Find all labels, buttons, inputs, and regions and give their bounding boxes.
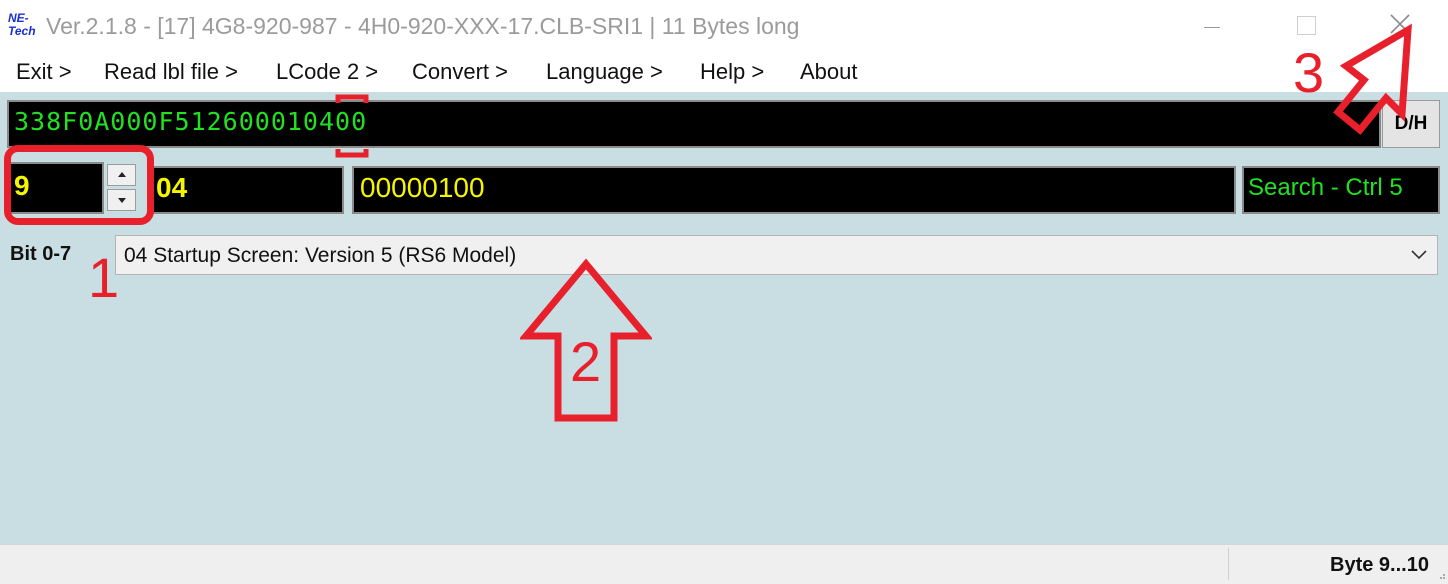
status-bar [0, 544, 1448, 584]
status-byte-range: Byte 9...10 [1330, 554, 1429, 576]
menu-read-lbl-file[interactable]: Read lbl file > [104, 59, 238, 85]
menu-exit[interactable]: Exit > [16, 59, 72, 85]
annotation-box-1 [4, 145, 154, 225]
annotation-bracket [335, 94, 369, 158]
status-divider [1228, 548, 1229, 580]
window-title: Ver.2.1.8 - [17] 4G8-920-987 - 4H0-920-X… [46, 13, 800, 39]
annotation-number-3: 3 [1293, 41, 1325, 104]
annotation-number-2: 2 [570, 330, 602, 393]
chevron-down-icon[interactable] [1408, 246, 1430, 264]
search-label: Search - Ctrl 5 [1248, 174, 1403, 201]
byte-hex-value: 04 [156, 172, 188, 203]
menu-help[interactable]: Help > [700, 59, 764, 85]
resize-grip-icon[interactable] [1438, 572, 1446, 580]
app-logo: NE- Tech [8, 11, 36, 38]
menu-convert[interactable]: Convert > [412, 59, 508, 85]
bit-range-label: Bit 0-7 [10, 243, 72, 265]
menu-about[interactable]: About [800, 59, 858, 85]
menu-language[interactable]: Language > [546, 59, 663, 85]
byte-binary-value: 00000100 [360, 172, 485, 203]
byte-binary-field[interactable] [352, 166, 1236, 214]
menu-lcode[interactable]: LCode 2 > [276, 59, 378, 85]
menu-bar: Exit > Read lbl file > LCode 2 > Convert… [0, 54, 1448, 92]
bit-option-selected: 04 Startup Screen: Version 5 (RS6 Model) [124, 244, 517, 267]
minimize-button[interactable] [1190, 6, 1234, 46]
client-area [0, 92, 1448, 544]
annotation-number-1: 1 [88, 246, 120, 309]
annotation-arrow-3 [1333, 23, 1412, 135]
coding-hex-text: 338F0A000F512600010400 [14, 107, 368, 136]
